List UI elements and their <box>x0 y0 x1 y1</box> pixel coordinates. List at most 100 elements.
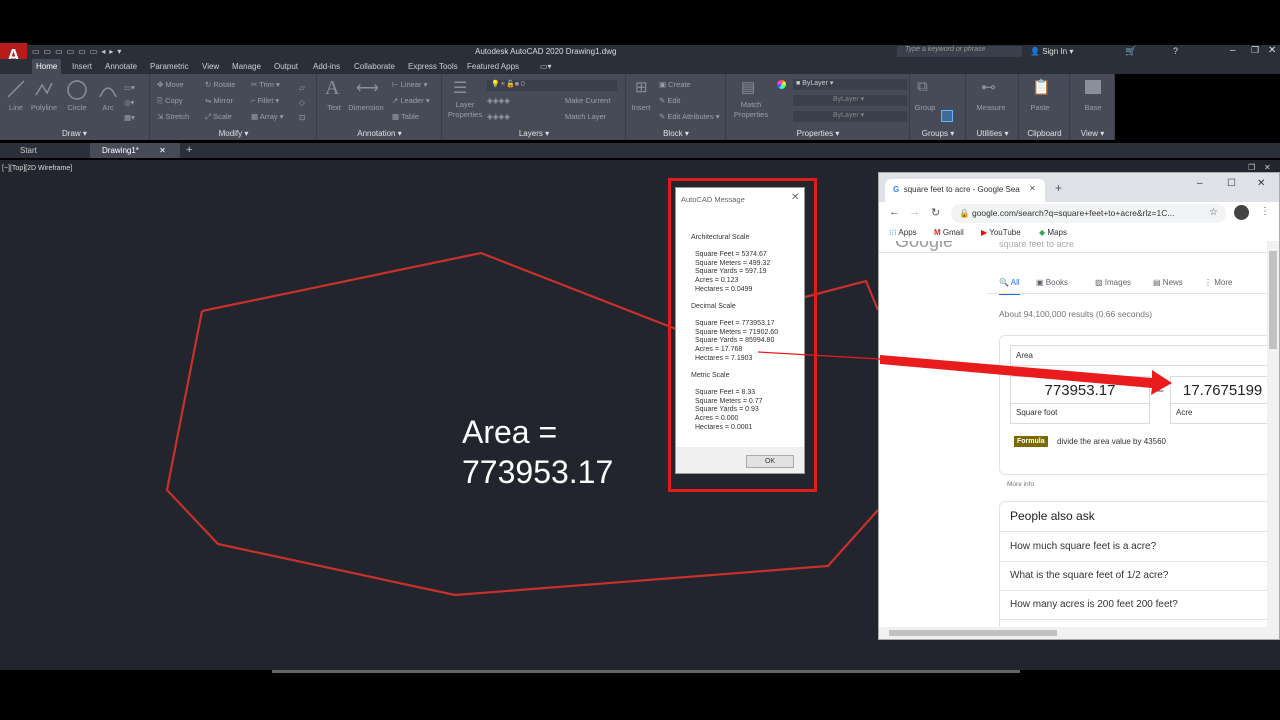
browser-new-tab-icon[interactable]: + <box>1055 181 1062 195</box>
converter-from-unit[interactable]: Square foot <box>1010 404 1150 424</box>
tab-drawing1[interactable]: Drawing1* ✕ <box>90 143 180 158</box>
tool-array[interactable]: ▦ Array ▾ <box>251 112 284 121</box>
tab-start[interactable]: Start <box>0 143 88 158</box>
polyline-icon[interactable] <box>34 79 54 99</box>
tab-express-tools[interactable]: Express Tools <box>408 62 458 71</box>
layer-properties-icon[interactable]: ☰ <box>453 78 467 98</box>
tab-home[interactable]: Home <box>32 59 62 74</box>
paa-question[interactable]: How much square feet is a acre? <box>1010 541 1156 552</box>
tool-arc[interactable]: Arc <box>96 103 120 112</box>
profile-avatar[interactable] <box>1234 205 1249 220</box>
tool-trim[interactable]: ✂ Trim ▾ <box>251 80 280 89</box>
tab-addins[interactable]: Add-ins <box>313 62 340 71</box>
layer-state-icons[interactable]: ◈◈◈◈ <box>487 96 510 105</box>
browser-vscrollbar[interactable] <box>1267 241 1279 627</box>
bookmark-youtube[interactable]: ▶ YouTube <box>981 228 1021 237</box>
group-icon[interactable]: ⧉ <box>917 78 928 95</box>
panel-layers-label[interactable]: Layers ▾ <box>443 129 625 138</box>
tool-polyline[interactable]: Polyline <box>28 103 60 112</box>
cart-icon[interactable]: 🛒 <box>1125 46 1136 57</box>
dimension-icon[interactable]: ⟷ <box>356 78 379 98</box>
match-properties-icon[interactable]: ▤ <box>741 78 755 96</box>
linetype-dropdown[interactable]: ByLayer ▾ <box>793 95 907 106</box>
tab-collaborate[interactable]: Collaborate <box>354 62 395 71</box>
tab-view[interactable]: View <box>202 62 219 71</box>
tab-featured-apps[interactable]: Featured Apps <box>467 62 519 71</box>
panel-block-label[interactable]: Block ▾ <box>627 129 725 138</box>
search-tab-books[interactable]: ▣ Books <box>1036 278 1068 287</box>
panel-utilities-label[interactable]: Utilities ▾ <box>967 129 1018 138</box>
tab-annotate[interactable]: Annotate <box>105 62 137 71</box>
browser-minimize-icon[interactable]: – <box>1197 178 1203 189</box>
group-select-icon[interactable] <box>941 110 953 122</box>
modify-extra-icons[interactable]: ▱ ◇ ⊡ <box>299 80 305 125</box>
search-query[interactable]: square feet to acre <box>999 241 1074 249</box>
close-icon[interactable]: ✕ <box>1268 45 1276 56</box>
tool-measure[interactable]: Measure <box>971 103 1011 112</box>
tool-leader[interactable]: ↗ Leader ▾ <box>392 96 430 105</box>
panel-clipboard-label[interactable]: Clipboard <box>1020 129 1069 138</box>
google-logo[interactable]: Google <box>895 241 953 252</box>
tool-match-properties[interactable]: Match Properties <box>729 100 773 120</box>
tool-fillet[interactable]: ⌐ Fillet ▾ <box>251 96 279 105</box>
color-wheel-icon[interactable] <box>777 80 786 89</box>
tool-make-current[interactable]: Make Current <box>565 96 610 105</box>
tool-match-layer[interactable]: Match Layer <box>565 112 606 121</box>
hscroll-thumb[interactable] <box>889 630 1057 636</box>
paa-question[interactable]: What is the square feet of 1/2 acre? <box>1010 570 1168 581</box>
text-icon[interactable]: A <box>325 77 339 100</box>
circle-icon[interactable] <box>66 79 88 101</box>
browser-tab-close-icon[interactable]: ✕ <box>1029 184 1036 193</box>
tab-insert[interactable]: Insert <box>72 62 92 71</box>
vscroll-thumb[interactable] <box>1269 251 1277 349</box>
tool-move[interactable]: ✥ Move <box>157 80 184 89</box>
tab-output[interactable]: Output <box>274 62 298 71</box>
panel-annotation-label[interactable]: Annotation ▾ <box>318 129 441 138</box>
help-search-input[interactable]: Type a keyword or phrase <box>897 46 1022 57</box>
converter-from-input[interactable]: 773953.17 <box>1010 376 1150 404</box>
sign-in-button[interactable]: 👤 Sign In ▾ <box>1030 47 1073 56</box>
paa-question[interactable]: How many acres is 200 feet 200 feet? <box>1010 599 1178 610</box>
tool-linear[interactable]: ⊢ Linear ▾ <box>392 80 427 89</box>
converter-to-input[interactable]: 17.7675199 <box>1170 376 1267 404</box>
tool-copy[interactable]: ⎘ Copy <box>157 96 183 106</box>
tool-text[interactable]: Text <box>322 103 346 112</box>
browser-maximize-icon[interactable]: ☐ <box>1227 178 1236 189</box>
panel-groups-label[interactable]: Groups ▾ <box>911 129 965 138</box>
tab-manage[interactable]: Manage <box>232 62 261 71</box>
forward-icon[interactable]: → <box>909 206 920 218</box>
bookmark-star-icon[interactable]: ☆ <box>1209 207 1218 218</box>
tool-circle[interactable]: Circle <box>62 103 92 112</box>
browser-close-icon[interactable]: ✕ <box>1257 178 1265 189</box>
browser-tab[interactable]: G square feet to acre - Google Sea <box>885 179 1045 202</box>
minimize-icon[interactable]: – <box>1230 45 1236 56</box>
address-bar[interactable]: 🔒 google.com/search?q=square+feet+to+acr… <box>951 204 1226 223</box>
browser-menu-icon[interactable]: ⋮ <box>1260 206 1270 217</box>
new-tab-button[interactable]: + <box>186 143 192 156</box>
canvas-close-icon[interactable]: ✕ <box>1264 163 1271 172</box>
tool-create[interactable]: ▣ Create <box>659 80 691 89</box>
tool-table[interactable]: ▦ Table <box>392 112 419 121</box>
draw-extra-icons[interactable]: ▭▾ ◎▾ ▦▾ <box>124 80 135 125</box>
search-tab-more[interactable]: ⋮ More <box>1204 278 1232 287</box>
tab-parametric[interactable]: Parametric <box>150 62 189 71</box>
base-icon[interactable] <box>1085 80 1101 94</box>
insert-icon[interactable]: ⊞ <box>635 78 648 96</box>
tool-scale[interactable]: ⤢ Scale <box>205 112 232 122</box>
arc-icon[interactable] <box>98 79 118 99</box>
bookmark-apps[interactable]: ⁝⁝⁝ Apps <box>889 228 917 237</box>
layer-tool-icons[interactable]: ◈◈◈◈ <box>487 112 510 121</box>
search-tab-images[interactable]: ▨ Images <box>1095 278 1131 287</box>
tool-dimension[interactable]: Dimension <box>346 103 386 112</box>
bookmark-maps[interactable]: ◆ Maps <box>1039 228 1067 237</box>
reload-icon[interactable]: ↻ <box>931 206 940 219</box>
measure-icon[interactable]: ⊷ <box>981 78 996 96</box>
browser-hscrollbar[interactable] <box>879 627 1279 639</box>
tool-base[interactable]: Base <box>1077 103 1109 112</box>
search-tab-news[interactable]: ▤ News <box>1153 278 1183 287</box>
color-dropdown[interactable]: ■ ByLayer ▾ <box>793 79 907 90</box>
tool-group[interactable]: Group <box>911 103 939 112</box>
panel-view-label[interactable]: View ▾ <box>1071 129 1114 138</box>
layer-dropdown[interactable]: 💡☀🔓■ 0 <box>487 80 617 91</box>
panel-properties-label[interactable]: Properties ▾ <box>727 129 909 138</box>
